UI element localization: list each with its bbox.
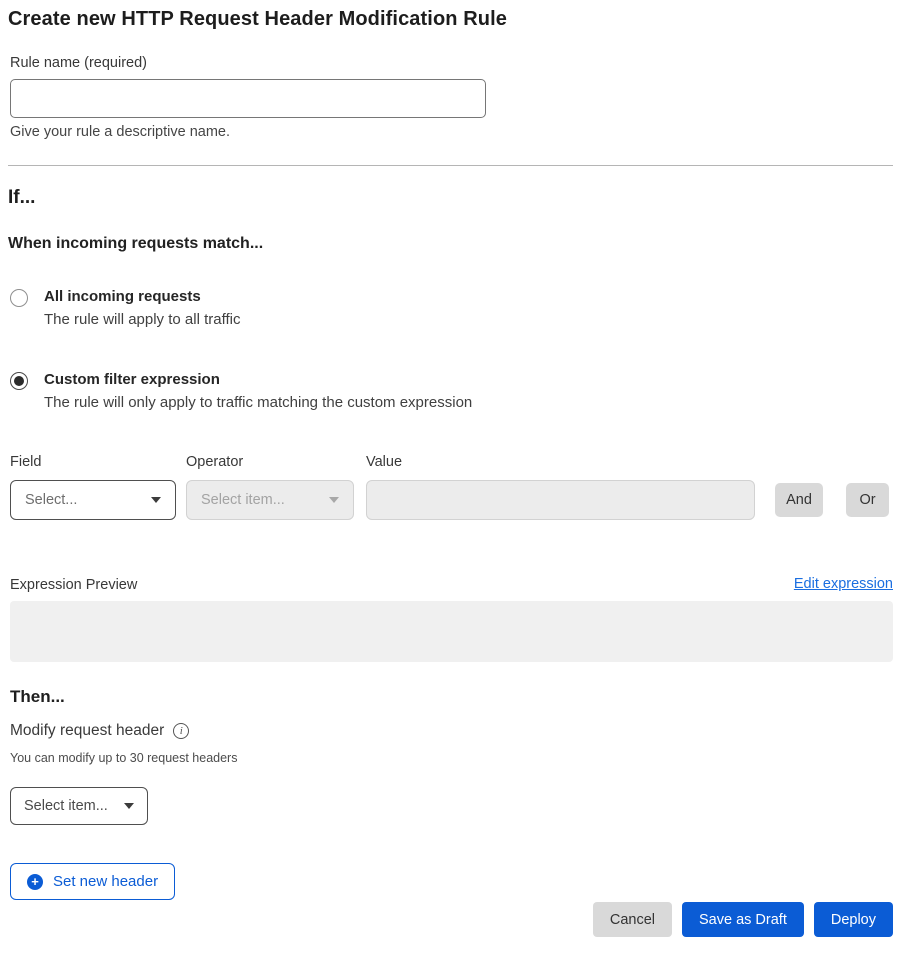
radio-label-custom-filter[interactable]: Custom filter expression (44, 371, 472, 390)
footer-actions: Cancel Save as Draft Deploy (593, 902, 893, 937)
modify-helper-text: You can modify up to 30 request headers (10, 751, 237, 765)
radio-description-all-incoming: The rule will apply to all traffic (44, 311, 240, 328)
set-new-header-button[interactable]: + Set new header (10, 863, 175, 900)
plus-icon: + (27, 874, 43, 890)
section-divider (8, 165, 893, 166)
then-section-heading: Then... (10, 687, 65, 707)
radio-button-all-incoming[interactable] (10, 289, 28, 307)
value-label: Value (366, 454, 402, 470)
modify-request-header-label: Modify request header (10, 722, 164, 740)
match-subheading: When incoming requests match... (8, 235, 263, 253)
rule-name-label: Rule name (required) (10, 55, 147, 71)
rule-name-helper-text: Give your rule a descriptive name. (10, 124, 230, 140)
header-action-select[interactable]: Select item... (10, 787, 148, 825)
and-button[interactable]: And (775, 483, 823, 517)
radio-description-custom-filter: The rule will only apply to traffic matc… (44, 394, 472, 411)
set-new-header-label: Set new header (53, 873, 158, 890)
radio-button-custom-filter[interactable] (10, 372, 28, 390)
operator-select: Select item... (186, 480, 354, 520)
save-as-draft-button[interactable]: Save as Draft (682, 902, 804, 937)
cancel-button[interactable]: Cancel (593, 902, 672, 937)
header-action-select-placeholder: Select item... (24, 798, 108, 814)
expression-preview-label: Expression Preview (10, 577, 137, 593)
radio-label-all-incoming[interactable]: All incoming requests (44, 288, 240, 307)
edit-expression-link[interactable]: Edit expression (794, 576, 893, 592)
deploy-button[interactable]: Deploy (814, 902, 893, 937)
chevron-down-icon (124, 803, 134, 809)
field-label: Field (10, 454, 41, 470)
modify-request-header-row: Modify request header i (10, 722, 189, 740)
operator-label: Operator (186, 454, 243, 470)
expression-preview-box (10, 601, 893, 662)
option-custom-filter-expression[interactable]: Custom filter expression The rule will o… (10, 371, 472, 411)
chevron-down-icon (329, 497, 339, 503)
or-button[interactable]: Or (846, 483, 889, 517)
value-input (366, 480, 755, 520)
option-all-incoming-requests[interactable]: All incoming requests The rule will appl… (10, 288, 240, 328)
rule-name-input[interactable] (10, 79, 486, 118)
chevron-down-icon (151, 497, 161, 503)
page-title: Create new HTTP Request Header Modificat… (8, 8, 507, 31)
operator-select-placeholder: Select item... (201, 492, 285, 508)
field-select-placeholder: Select... (25, 492, 77, 508)
if-section-heading: If... (8, 187, 35, 209)
info-icon[interactable]: i (173, 723, 189, 739)
field-select[interactable]: Select... (10, 480, 176, 520)
